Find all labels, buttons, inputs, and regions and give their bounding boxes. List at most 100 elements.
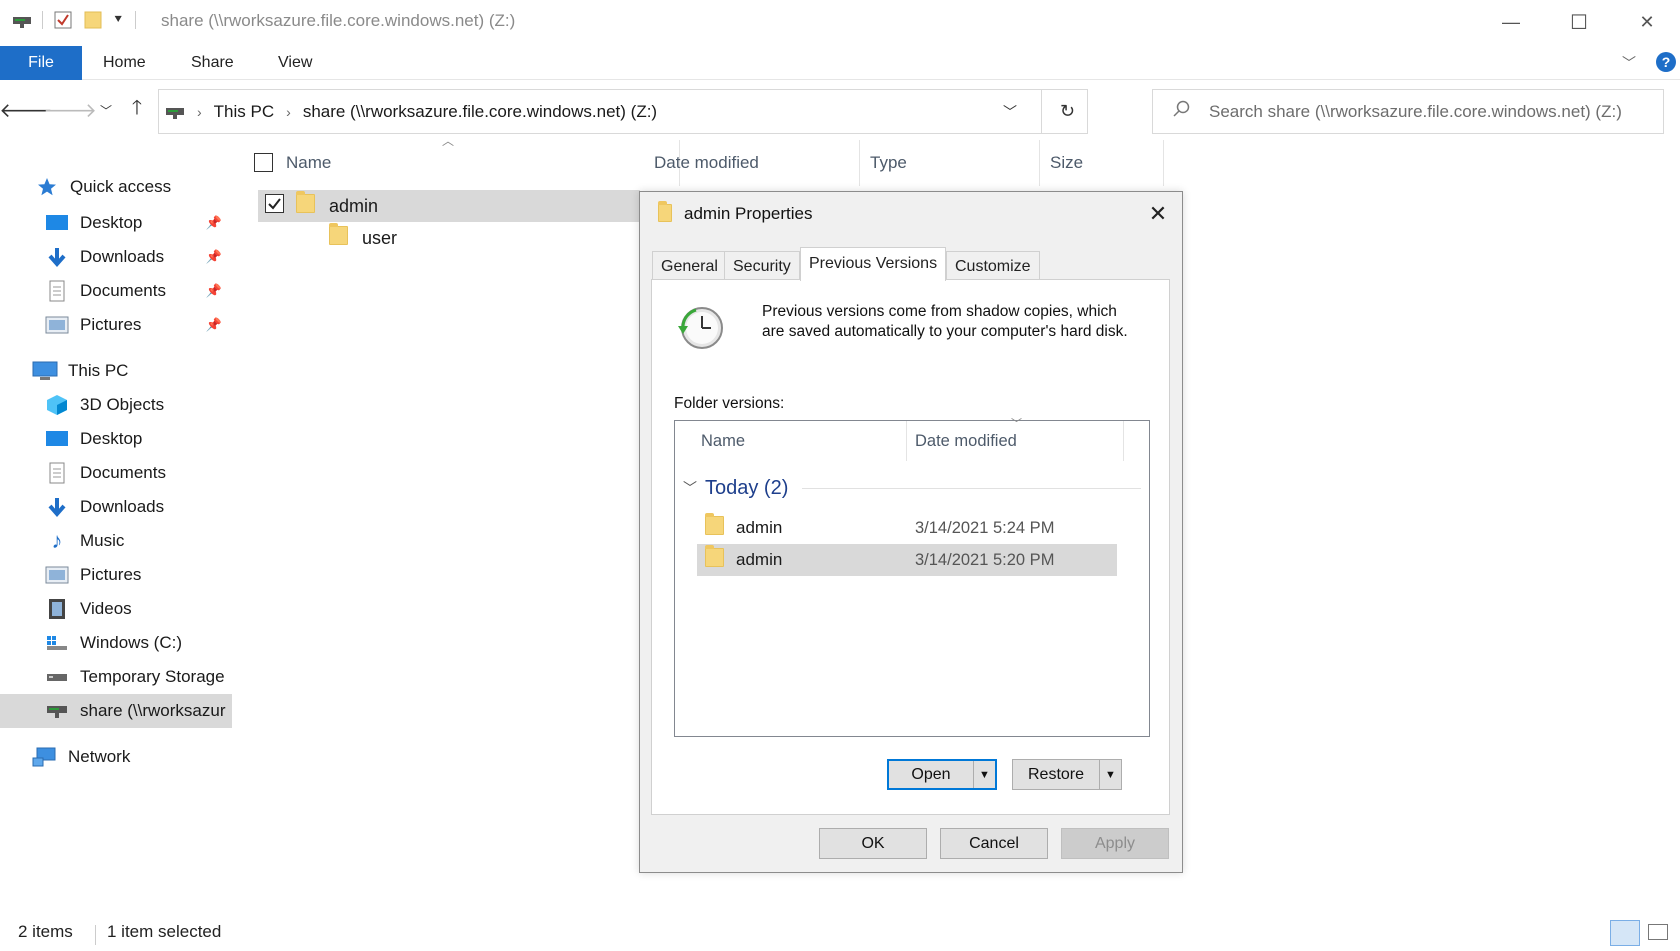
restore-dropdown-arrow-icon[interactable]: ▼ [1099, 760, 1121, 789]
divider [95, 925, 96, 945]
sidebar-item-music[interactable]: ♪ Music [0, 524, 232, 558]
open-split-button[interactable]: Open ▼ [887, 759, 997, 790]
refresh-icon[interactable]: ↻ [1060, 101, 1075, 122]
sidebar-item-share[interactable]: share (\\rworksazur [0, 694, 232, 728]
sidebar-item-label: This PC [68, 361, 129, 380]
customize-toolbar-icon[interactable]: ⯆ [113, 12, 123, 28]
sidebar-item-this-pc[interactable]: This PC [0, 354, 232, 388]
version-row[interactable]: admin 3/14/2021 5:24 PM [697, 512, 1117, 544]
versions-column-date-modified[interactable]: Date modified [915, 421, 1017, 461]
search-input[interactable]: Search share (\\rworksazure.file.core.wi… [1152, 89, 1664, 134]
version-date: 3/14/2021 5:24 PM [915, 518, 1055, 537]
sidebar-item-downloads[interactable]: Downloads [0, 490, 232, 524]
apply-button[interactable]: Apply [1061, 828, 1169, 859]
back-arrow-icon[interactable]: 🡐 [0, 96, 53, 124]
sidebar-item-documents[interactable]: Documents [0, 456, 232, 490]
column-type[interactable]: Type [860, 140, 1040, 186]
picture-icon [44, 564, 70, 586]
up-arrow-icon[interactable]: 🡑 [123, 96, 151, 124]
folder-versions-list[interactable]: Name Date modified ﹀ ﹀ Today (2) admin 3… [674, 418, 1150, 737]
column-name[interactable]: Name [276, 140, 680, 186]
search-placeholder: Search share (\\rworksazure.file.core.wi… [1209, 101, 1622, 121]
address-dropdown-icon[interactable]: ﹀ [1003, 102, 1017, 122]
sidebar-item-pictures[interactable]: Pictures 📌 [0, 308, 232, 342]
divider [1041, 90, 1042, 133]
pin-icon[interactable]: 📌 [206, 249, 222, 265]
file-row-user[interactable]: user [258, 222, 397, 254]
version-group-header[interactable]: ﹀ Today (2) [683, 473, 1141, 503]
navigation-pane: Quick access Desktop 📌 Downloads 📌 Docum… [0, 160, 234, 910]
pin-icon[interactable]: 📌 [206, 215, 222, 231]
properties-icon[interactable] [53, 10, 73, 30]
sidebar-item-downloads[interactable]: Downloads 📌 [0, 240, 232, 274]
dialog-close-button[interactable]: ✕ [1142, 198, 1174, 230]
versions-column-name[interactable]: Name [701, 421, 745, 461]
sort-descending-icon: ﹀ [1011, 418, 1022, 430]
tab-previous-versions[interactable]: Previous Versions [800, 247, 947, 281]
sidebar-item-videos[interactable]: Videos [0, 592, 232, 626]
tab-share[interactable]: Share [191, 46, 234, 80]
sidebar-item-pictures[interactable]: Pictures [0, 558, 232, 592]
row-checkbox[interactable] [265, 194, 284, 218]
divider [1123, 421, 1124, 461]
expand-ribbon-icon[interactable]: ﹀ [1622, 46, 1636, 80]
tab-general[interactable]: General [652, 251, 727, 280]
minimize-button[interactable]: — [1486, 6, 1536, 38]
pin-icon[interactable]: 📌 [206, 283, 222, 299]
version-name: admin [736, 550, 783, 569]
collapse-chevron-icon[interactable]: ﹀ [683, 478, 697, 498]
sidebar-item-quick-access[interactable]: Quick access [0, 170, 232, 204]
restore-split-button[interactable]: Restore ▼ [1012, 759, 1122, 790]
sidebar-item-label: share (\\rworksazur [80, 701, 226, 720]
sidebar-item-desktop[interactable]: Desktop [0, 422, 232, 456]
download-arrow-icon [44, 246, 70, 268]
sidebar-item-documents[interactable]: Documents 📌 [0, 274, 232, 308]
group-label: Today (2) [705, 476, 789, 499]
sort-ascending-icon: ︿ [442, 134, 455, 148]
recent-locations-icon[interactable]: ﹀ [92, 96, 120, 124]
new-folder-icon[interactable] [83, 10, 105, 30]
version-row[interactable]: admin 3/14/2021 5:20 PM [697, 544, 1117, 576]
sidebar-item-temporary-storage[interactable]: Temporary Storage [0, 660, 232, 694]
quick-access-toolbar: ⯆ [12, 10, 148, 30]
cancel-button[interactable]: Cancel [940, 828, 1048, 859]
properties-dialog: admin Properties ✕ General Security Prev… [639, 191, 1183, 873]
large-icons-view-icon[interactable] [1648, 924, 1668, 940]
tab-file[interactable]: File [0, 46, 82, 80]
open-dropdown-arrow-icon[interactable]: ▼ [973, 761, 995, 788]
breadcrumb-share[interactable]: share (\\rworksazure.file.core.windows.n… [303, 102, 657, 122]
tab-view[interactable]: View [278, 46, 312, 80]
details-view-icon[interactable] [1610, 920, 1640, 946]
column-size[interactable]: Size [1040, 140, 1164, 186]
select-all-checkbox[interactable] [254, 153, 273, 177]
breadcrumb-this-pc[interactable]: This PC [214, 102, 274, 122]
sidebar-item-3d-objects[interactable]: 3D Objects [0, 388, 232, 422]
window-title: share (\\rworksazure.file.core.windows.n… [161, 11, 516, 30]
drive-icon [44, 666, 70, 688]
tab-security[interactable]: Security [724, 251, 800, 280]
ok-button[interactable]: OK [819, 828, 927, 859]
tab-customize[interactable]: Customize [946, 251, 1040, 280]
forward-arrow-icon[interactable]: 🡒 [43, 96, 97, 124]
network-drive-icon [44, 700, 70, 722]
pin-icon[interactable]: 📌 [206, 317, 222, 333]
tab-home[interactable]: Home [103, 46, 146, 80]
sidebar-item-label: Music [80, 531, 125, 550]
divider [42, 11, 43, 29]
column-date-modified[interactable]: Date modified [644, 140, 860, 186]
document-icon [44, 462, 70, 484]
close-button[interactable]: ✕ [1622, 6, 1672, 38]
picture-icon [44, 314, 70, 336]
help-icon[interactable]: ? [1655, 51, 1677, 73]
sidebar-item-desktop[interactable]: Desktop 📌 [0, 206, 232, 240]
address-bar[interactable]: › This PC › share (\\rworksazure.file.co… [158, 89, 1088, 134]
sidebar-item-label: Temporary Storage [80, 667, 225, 686]
download-arrow-icon [44, 496, 70, 518]
sidebar-item-windows-c[interactable]: Windows (C:) [0, 626, 232, 660]
previous-versions-description: Previous versions come from shadow copie… [762, 302, 1162, 342]
sidebar-item-network[interactable]: Network [0, 740, 232, 774]
maximize-button[interactable]: ☐ [1554, 6, 1604, 38]
sidebar-item-label: Downloads [80, 247, 165, 266]
file-row-admin[interactable]: admin [258, 190, 640, 222]
navigation-bar: 🡐 🡒 ﹀ 🡑 › This PC › share (\\rworksazure… [0, 86, 1680, 136]
